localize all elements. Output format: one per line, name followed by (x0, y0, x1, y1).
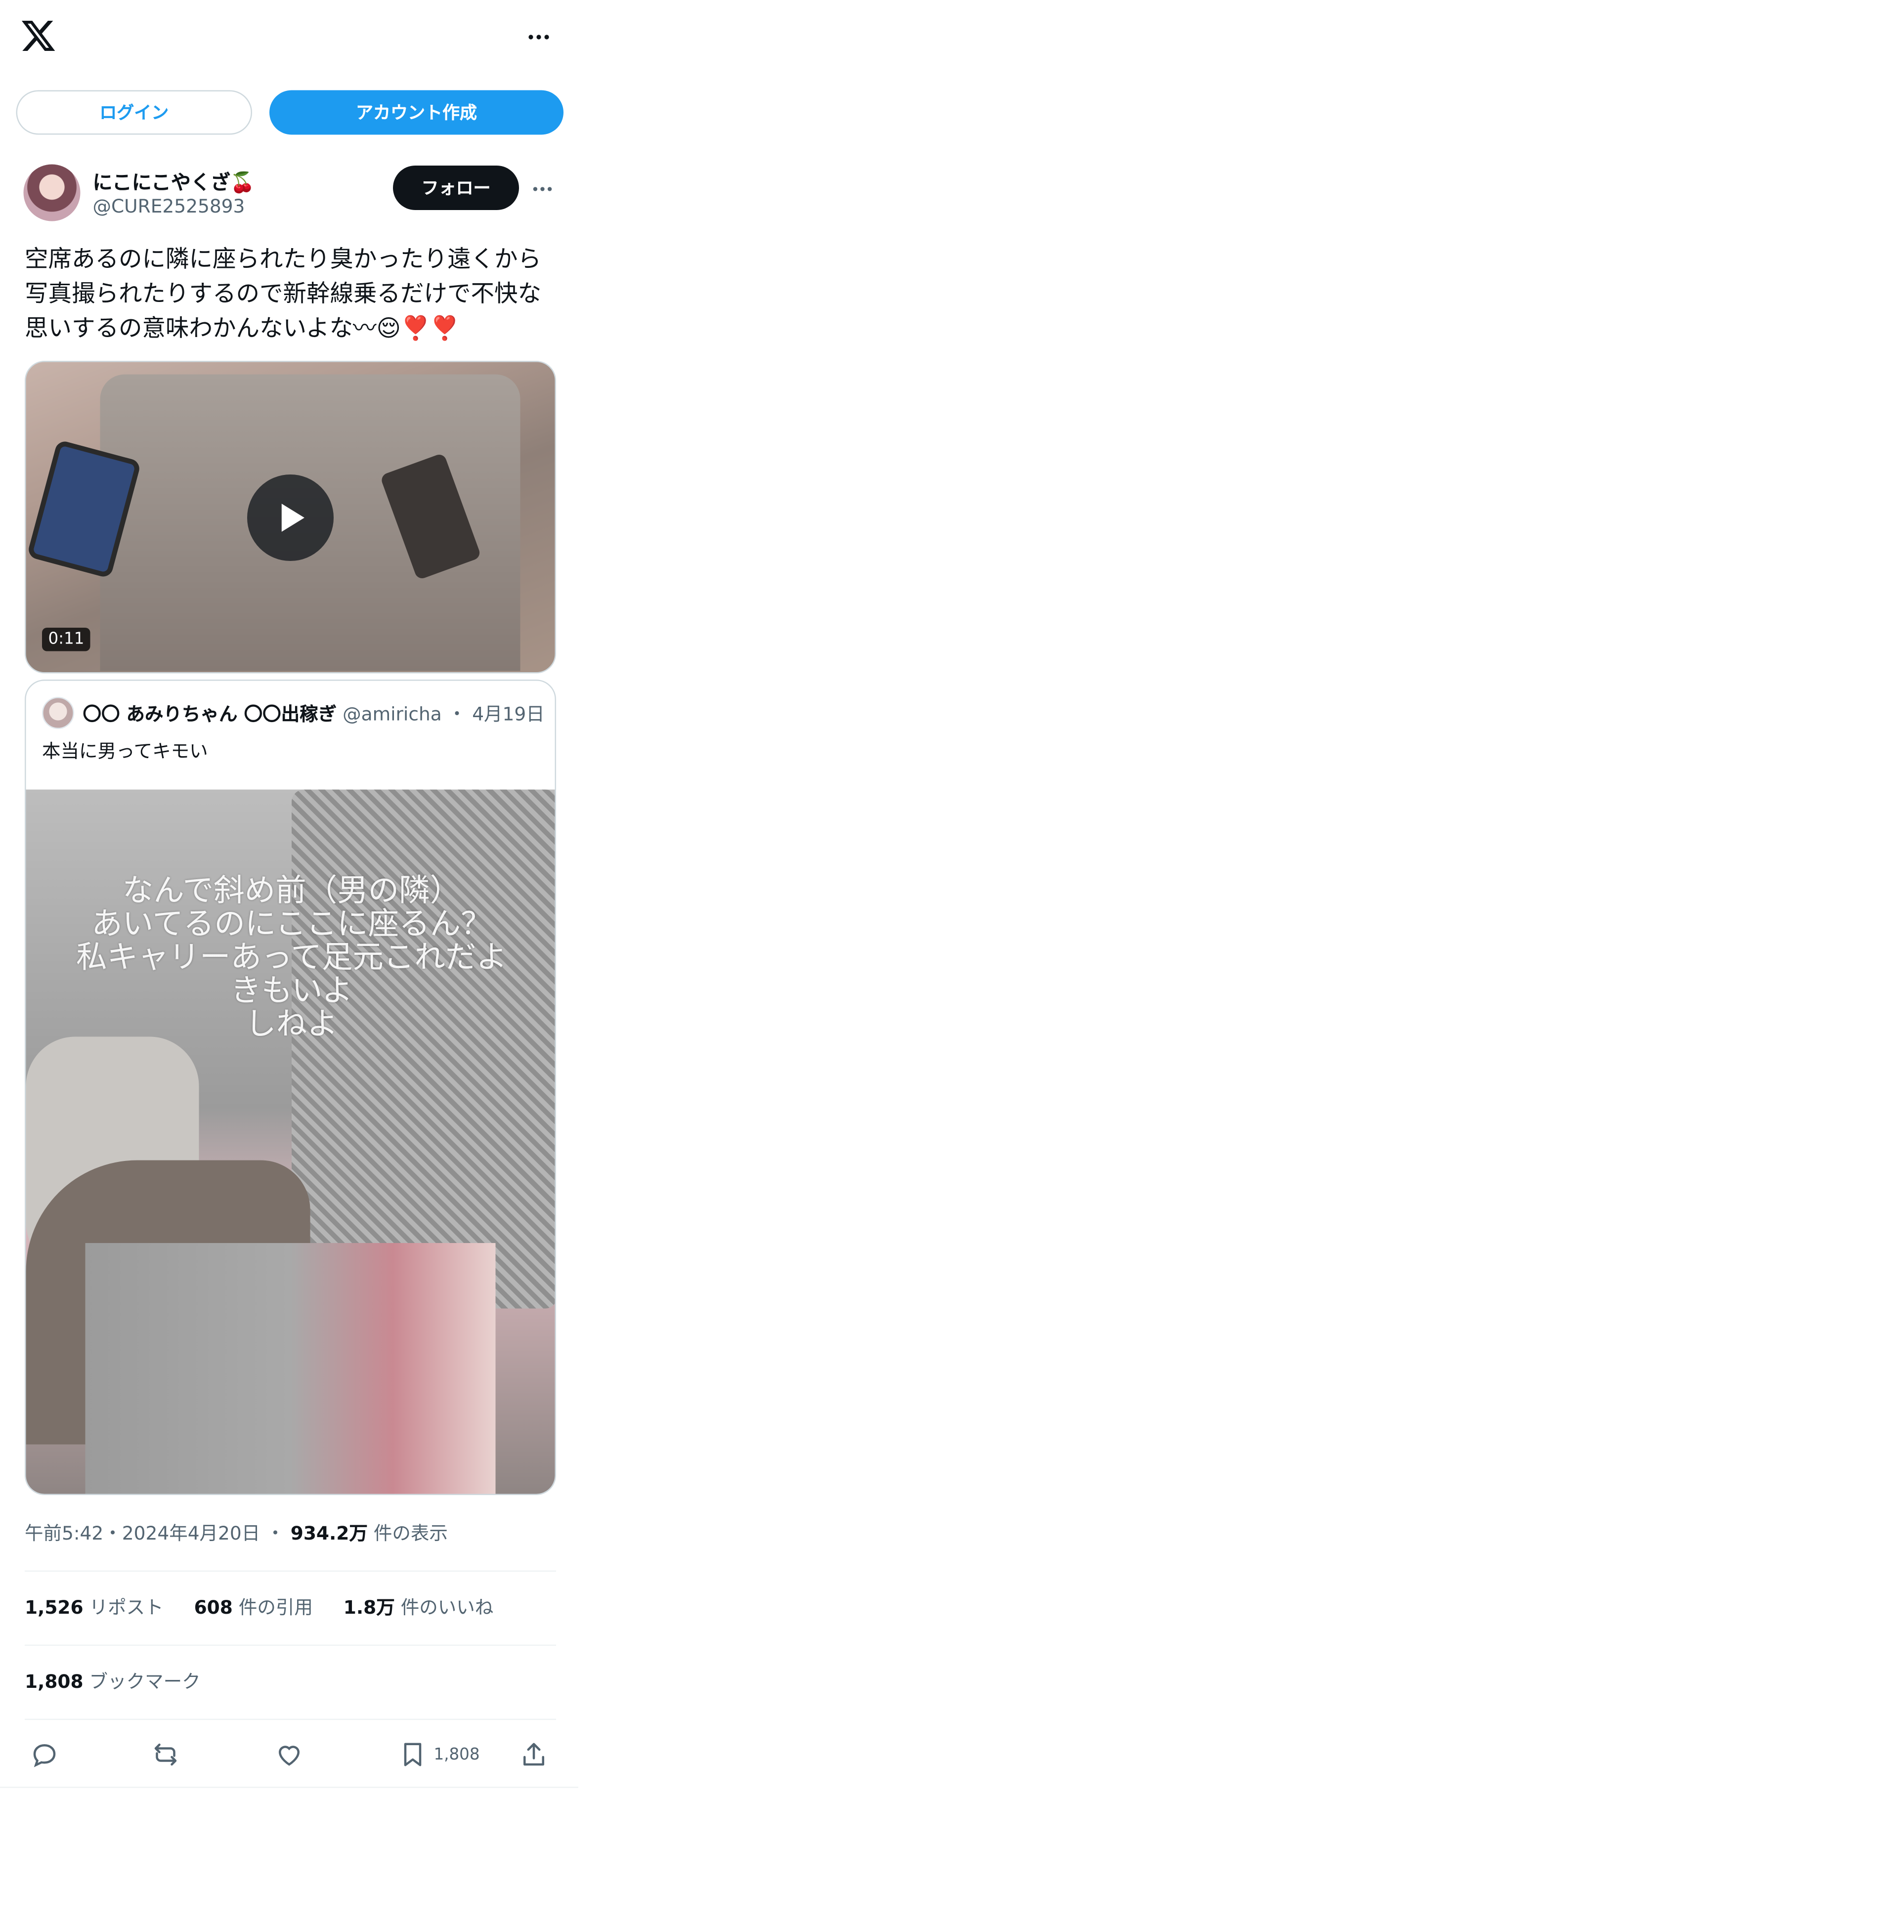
views-count: 934.2万 (290, 1522, 368, 1545)
more-horizontal-icon[interactable] (525, 172, 560, 207)
bookmarks-label: ブックマーク (89, 1671, 201, 1693)
more-horizontal-icon[interactable] (519, 17, 559, 57)
bookmark-icon (404, 1743, 422, 1766)
bookmark-count: 1,808 (433, 1745, 480, 1764)
bookmarks-count: 1,808 (25, 1671, 84, 1693)
x-logo-icon[interactable] (20, 17, 57, 54)
quoted-image-seat-back (292, 789, 555, 1309)
quoted-display-name: 〇〇 あみりちゃん 〇〇出稼ぎ (83, 703, 337, 726)
video-duration: 0:11 (42, 628, 91, 651)
create-account-button[interactable]: アカウント作成 (269, 90, 563, 135)
quoted-avatar (42, 697, 74, 729)
divider (25, 1570, 556, 1572)
top-bar (0, 0, 581, 77)
quoted-image-overlay-text: なんで斜め前（男の隣） あいてるのにここに座るん？ 私キャリーあって足元これだよ… (76, 872, 507, 1042)
dot-separator: ・ (266, 1522, 285, 1545)
quoted-text: 本当に男ってキモい (42, 740, 208, 763)
post-time[interactable]: 午前5:42 (25, 1522, 103, 1545)
quotes-label: 件の引用 (238, 1596, 313, 1619)
bottom-border (0, 1787, 578, 1788)
share-button[interactable] (519, 1734, 549, 1776)
reply-icon (33, 1744, 56, 1767)
quoted-image-inset (85, 1243, 496, 1494)
video-player[interactable]: 0:11 (25, 361, 556, 674)
play-icon (281, 504, 304, 532)
engagement-stats: 1,526 リポスト 608 件の引用 1.8万 件のいいね (25, 1594, 518, 1620)
like-button[interactable] (274, 1734, 304, 1776)
reposts-stat[interactable]: 1,526 リポスト (25, 1596, 164, 1619)
reply-button[interactable] (30, 1734, 59, 1776)
post-text: 空席あるのに隣に座られたり臭かったり遠くから 写真撮られたりするので新幹線乗るだ… (25, 246, 542, 343)
tweet-page: ログイン アカウント作成 にこにこやくざ🍒 @CURE2525893 フォロー … (0, 0, 581, 1804)
quoted-header: 〇〇 あみりちゃん 〇〇出稼ぎ @amiricha ・ 4月19日 (83, 701, 545, 727)
quoted-image[interactable]: なんで斜め前（男の隣） あいてるのにここに座るん？ 私キャリーあって足元これだよ… (26, 789, 555, 1494)
login-button[interactable]: ログイン (16, 90, 252, 135)
author-handle[interactable]: @CURE2525893 (93, 195, 245, 217)
quoted-handle: @amiricha (343, 703, 442, 726)
dot-separator: ・ (103, 1522, 122, 1545)
likes-count: 1.8万 (343, 1596, 395, 1619)
share-icon (523, 1743, 544, 1766)
reposts-count: 1,526 (25, 1596, 84, 1619)
views-label: 件の表示 (373, 1522, 448, 1545)
bookmark-button[interactable]: 1,808 (398, 1734, 480, 1776)
post-date[interactable]: 2024年4月20日 (122, 1522, 260, 1545)
heart-icon (278, 1746, 300, 1766)
author-display-name[interactable]: にこにこやくざ🍒 (93, 166, 255, 195)
reposts-label: リポスト (89, 1596, 164, 1619)
divider (25, 1644, 556, 1646)
play-button[interactable] (247, 474, 334, 561)
quotes-stat[interactable]: 608 件の引用 (194, 1596, 313, 1619)
repost-icon (154, 1743, 177, 1766)
likes-stat[interactable]: 1.8万 件のいいね (344, 1596, 493, 1619)
quoted-separator: ・ (447, 703, 467, 726)
quoted-tweet[interactable]: 〇〇 あみりちゃん 〇〇出稼ぎ @amiricha ・ 4月19日 本当に男って… (25, 680, 556, 1495)
action-bar: 1,808 (25, 1734, 556, 1776)
post-author: にこにこやくざ🍒 @CURE2525893 フォロー (23, 164, 567, 224)
repost-button[interactable] (151, 1734, 180, 1776)
follow-button[interactable]: フォロー (393, 166, 519, 210)
post-timestamp: 午前5:42・2024年4月20日 ・ 934.2万 件の表示 (25, 1520, 448, 1546)
quoted-date: 4月19日 (472, 703, 545, 726)
avatar[interactable] (23, 164, 81, 221)
bookmarks-stat[interactable]: 1,808 ブックマーク (25, 1668, 201, 1694)
quotes-count: 608 (194, 1596, 233, 1619)
divider (25, 1718, 556, 1720)
likes-label: 件のいいね (400, 1596, 494, 1619)
